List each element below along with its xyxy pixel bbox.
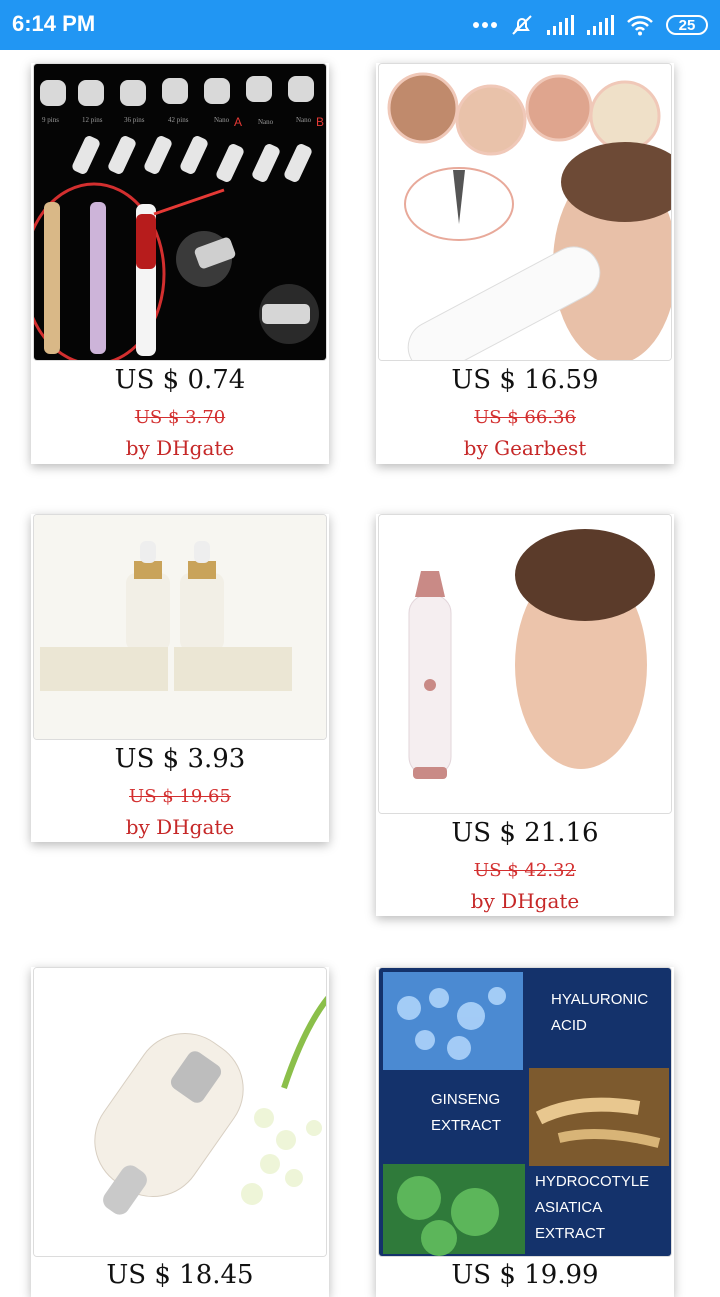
original-price: US $ 3.70 xyxy=(134,407,226,428)
image-label: Nano xyxy=(258,118,274,126)
image-label: EXTRACT xyxy=(431,1117,501,1134)
product-card[interactable]: US $ 21.16 US $ 42.32 by DHgate xyxy=(376,514,674,916)
product-image[interactable]: HYALURONIC ACID GINSENG EXTRACT HYDROCOT… xyxy=(378,967,672,1257)
product-card[interactable]: HYALURONIC ACID GINSENG EXTRACT HYDROCOT… xyxy=(376,967,674,1297)
image-label: 9 pins xyxy=(42,116,59,124)
original-price: US $ 19.65 xyxy=(129,786,231,807)
product-card[interactable]: US $ 3.93 US $ 19.65 by DHgate xyxy=(31,514,329,842)
store-link[interactable]: by Gearbest xyxy=(376,436,674,460)
product-price: US $ 19.99 xyxy=(451,1260,599,1290)
product-price: US $ 0.74 xyxy=(114,365,246,395)
signal-icon xyxy=(546,14,574,36)
image-label: B xyxy=(316,115,324,129)
image-label: A xyxy=(234,115,242,129)
product-image[interactable] xyxy=(33,514,327,740)
product-price: US $ 3.93 xyxy=(114,744,246,774)
image-label: 42 pins xyxy=(168,116,189,124)
image-label: ASIATICA xyxy=(535,1199,602,1216)
product-image[interactable]: 9 pins 12 pins 36 pins 42 pins Nano Nano… xyxy=(33,63,327,361)
store-link[interactable]: by DHgate xyxy=(31,815,329,839)
image-label: HYALURONIC xyxy=(551,991,648,1008)
status-icons: 25 xyxy=(472,10,708,40)
status-bar: 6:14 PM 25 xyxy=(0,0,720,50)
product-card[interactable]: US $ 18.45 xyxy=(31,967,329,1297)
image-label: Nano xyxy=(296,116,312,124)
original-price: US $ 42.32 xyxy=(474,860,576,881)
product-card[interactable]: 9 pins 12 pins 36 pins 42 pins Nano Nano… xyxy=(31,63,329,464)
image-label: GINSENG xyxy=(431,1091,500,1108)
product-image[interactable] xyxy=(378,514,672,814)
image-label: 36 pins xyxy=(124,116,145,124)
more-dots-icon xyxy=(472,21,498,29)
product-price: US $ 21.16 xyxy=(451,818,599,848)
product-image[interactable] xyxy=(33,967,327,1257)
image-label: Nano xyxy=(214,116,230,124)
product-image[interactable] xyxy=(378,63,672,361)
store-link[interactable]: by DHgate xyxy=(31,436,329,460)
image-label: ACID xyxy=(551,1017,587,1034)
original-price: US $ 66.36 xyxy=(474,407,576,428)
status-time: 6:14 PM xyxy=(12,11,96,36)
image-label: 12 pins xyxy=(82,116,103,124)
mute-icon xyxy=(510,13,534,37)
image-label: EXTRACT xyxy=(535,1225,605,1242)
store-link[interactable]: by DHgate xyxy=(376,889,674,913)
battery-icon: 25 xyxy=(666,15,708,35)
product-price: US $ 18.45 xyxy=(106,1260,254,1290)
product-price: US $ 16.59 xyxy=(451,365,599,395)
wifi-icon xyxy=(626,14,654,36)
signal-icon xyxy=(586,14,614,36)
product-card[interactable]: US $ 16.59 US $ 66.36 by Gearbest xyxy=(376,63,674,464)
image-label: HYDROCOTYLE xyxy=(535,1173,649,1190)
